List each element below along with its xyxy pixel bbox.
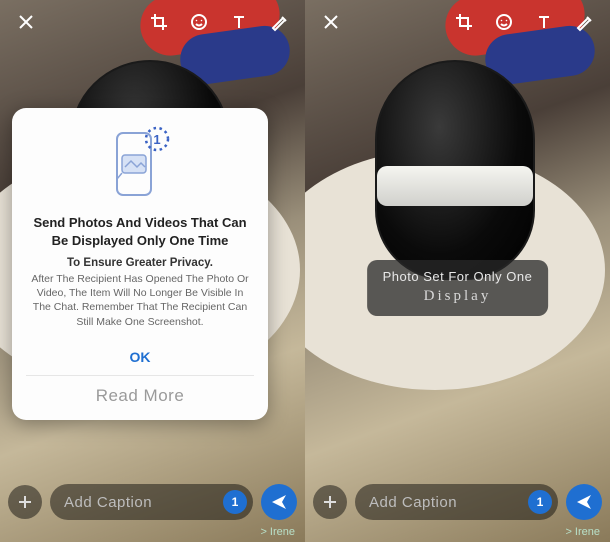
close-icon[interactable] [315,6,347,38]
editor-toolbar [305,0,610,44]
caption-input[interactable]: Add Caption 1 [355,484,558,520]
view-once-dialog: 1 Send Photos And Videos That Can Be Dis… [12,108,268,420]
dialog-illustration: 1 [26,122,254,206]
add-media-button[interactable] [8,485,42,519]
send-button[interactable] [566,484,602,520]
recipient-label: > Irene [260,526,295,538]
screen-right: Photo Set For Only One Display Add Capti… [305,0,610,542]
dialog-ok-button[interactable]: OK [26,343,254,375]
view-once-badge[interactable]: 1 [223,490,247,514]
toast-line1: Photo Set For Only One [383,268,533,286]
bg-mouse [375,60,535,280]
crop-icon[interactable] [143,6,175,38]
bottom-bar: Add Caption 1 [305,474,610,542]
add-media-button[interactable] [313,485,347,519]
text-icon[interactable] [223,6,255,38]
emoji-icon[interactable] [488,6,520,38]
view-once-badge[interactable]: 1 [528,490,552,514]
text-icon[interactable] [528,6,560,38]
view-once-toast: Photo Set For Only One Display [367,260,549,316]
dialog-body: After The Recipient Has Opened The Photo… [26,272,254,329]
toast-line2: Display [383,286,533,306]
dialog-readmore-button[interactable]: Read More [26,375,254,410]
caption-placeholder: Add Caption [369,494,522,511]
draw-icon[interactable] [568,6,600,38]
draw-icon[interactable] [263,6,295,38]
emoji-icon[interactable] [183,6,215,38]
dialog-title: Send Photos And Videos That Can Be Displ… [26,214,254,249]
caption-input[interactable]: Add Caption 1 [50,484,253,520]
dialog-illus-badge: 1 [153,132,160,147]
send-button[interactable] [261,484,297,520]
bottom-bar: Add Caption 1 [0,474,305,542]
screen-left: 1 Send Photos And Videos That Can Be Dis… [0,0,305,542]
close-icon[interactable] [10,6,42,38]
dialog-subtitle: To Ensure Greater Privacy. [26,257,254,269]
recipient-label: > Irene [565,526,600,538]
editor-toolbar [0,0,305,44]
caption-placeholder: Add Caption [64,494,217,511]
crop-icon[interactable] [448,6,480,38]
